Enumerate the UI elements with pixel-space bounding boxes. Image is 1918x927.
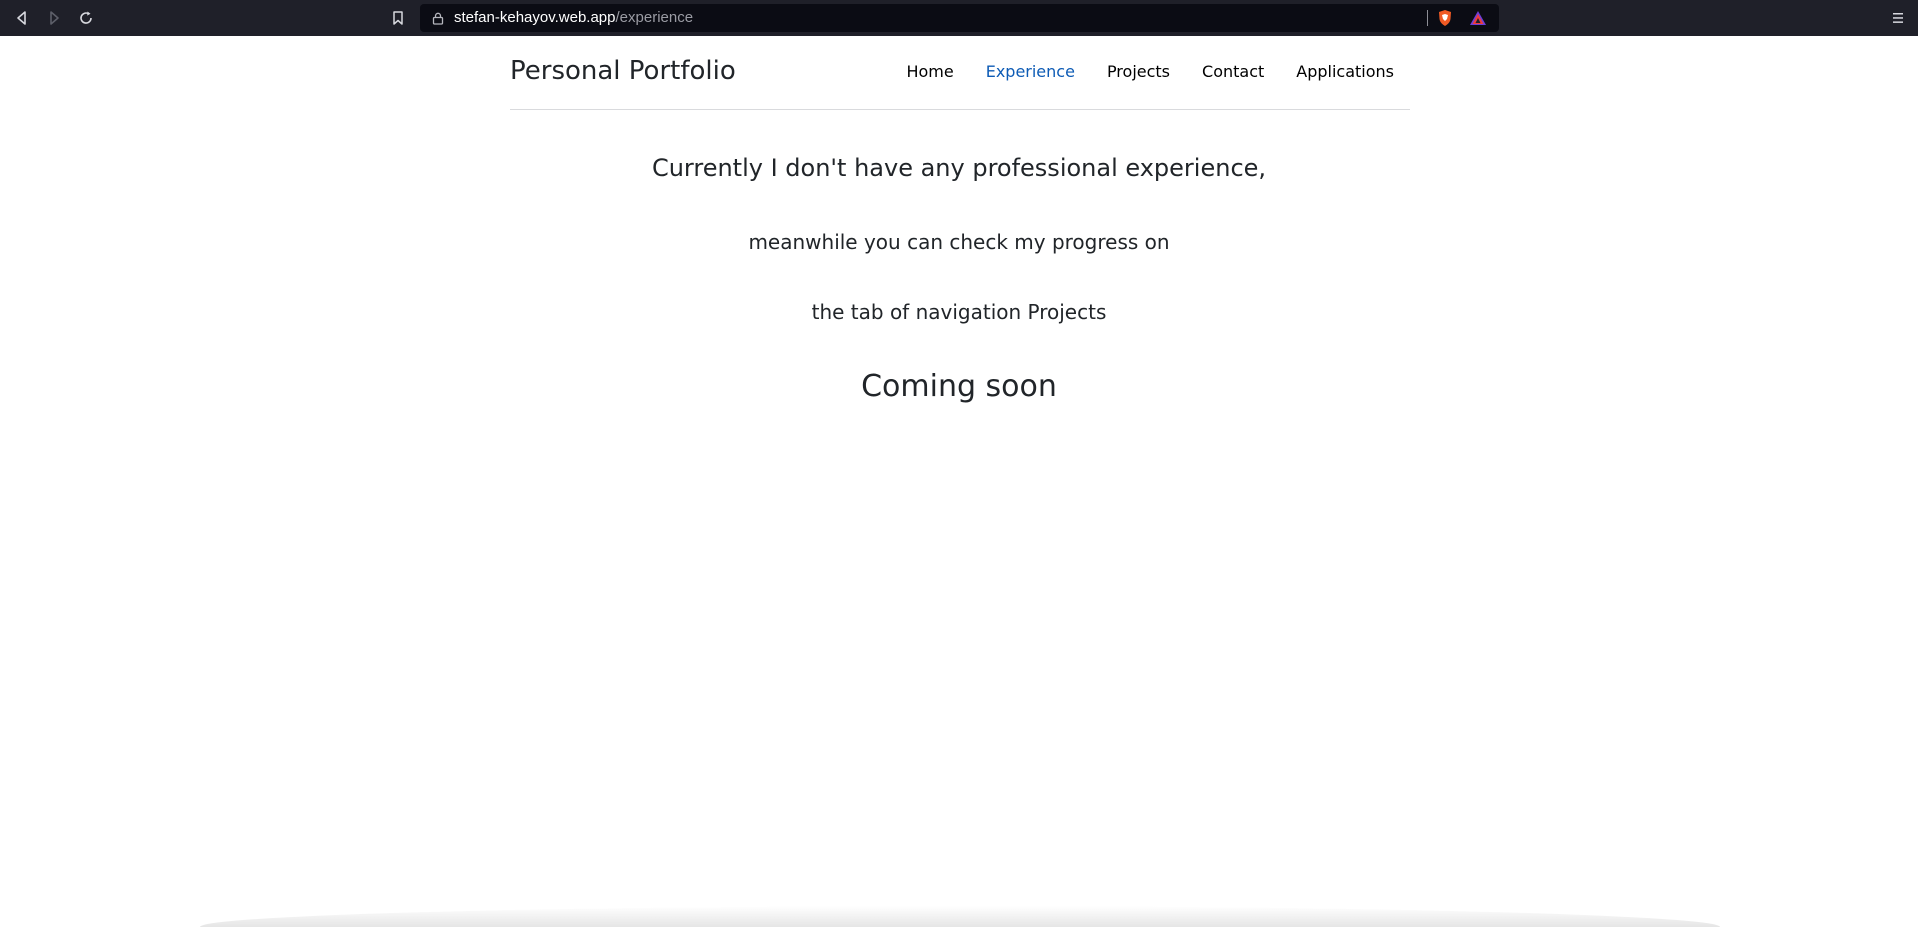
reload-icon <box>80 11 92 24</box>
main-nav: Home Experience Projects Contact Applica… <box>874 62 1394 81</box>
bookmark-button[interactable] <box>388 8 408 28</box>
forward-icon <box>50 11 59 25</box>
url-text: stefan-kehayov.web.app/experience <box>454 4 693 32</box>
brave-rewards-icon[interactable] <box>1469 10 1487 26</box>
menu-button[interactable] <box>1888 8 1908 28</box>
coming-soon-heading: Coming soon <box>861 369 1057 404</box>
brave-shield-icon[interactable] <box>1436 9 1454 27</box>
url-path: /experience <box>615 9 694 26</box>
back-button[interactable] <box>12 8 32 28</box>
nav-contact[interactable]: Contact <box>1202 62 1264 81</box>
experience-message: Currently I don't have any professional … <box>651 154 1267 182</box>
bottom-shadow <box>200 906 1720 927</box>
address-bar[interactable]: stefan-kehayov.web.app/experience <box>420 4 1499 32</box>
nav-experience[interactable]: Experience <box>986 62 1075 81</box>
site-header: Personal Portfolio Home Experience Proje… <box>510 36 1410 110</box>
back-icon <box>17 11 26 25</box>
reload-button[interactable] <box>76 8 96 28</box>
nav-applications[interactable]: Applications <box>1296 62 1394 81</box>
site-brand[interactable]: Personal Portfolio <box>510 56 736 86</box>
projects-hint: the tab of navigation Projects <box>811 300 1107 324</box>
progress-message: meanwhile you can check my progress on <box>748 230 1170 254</box>
url-host: stefan-kehayov.web.app <box>454 9 616 26</box>
bookmark-icon <box>393 11 403 25</box>
menu-icon <box>1893 13 1903 23</box>
lock-icon <box>432 12 444 25</box>
nav-projects[interactable]: Projects <box>1107 62 1170 81</box>
address-bar-divider <box>1427 10 1428 26</box>
nav-home[interactable]: Home <box>906 62 953 81</box>
browser-toolbar: stefan-kehayov.web.app/experience <box>0 0 1918 36</box>
forward-button[interactable] <box>44 8 64 28</box>
page: Personal Portfolio Home Experience Proje… <box>0 36 1918 927</box>
